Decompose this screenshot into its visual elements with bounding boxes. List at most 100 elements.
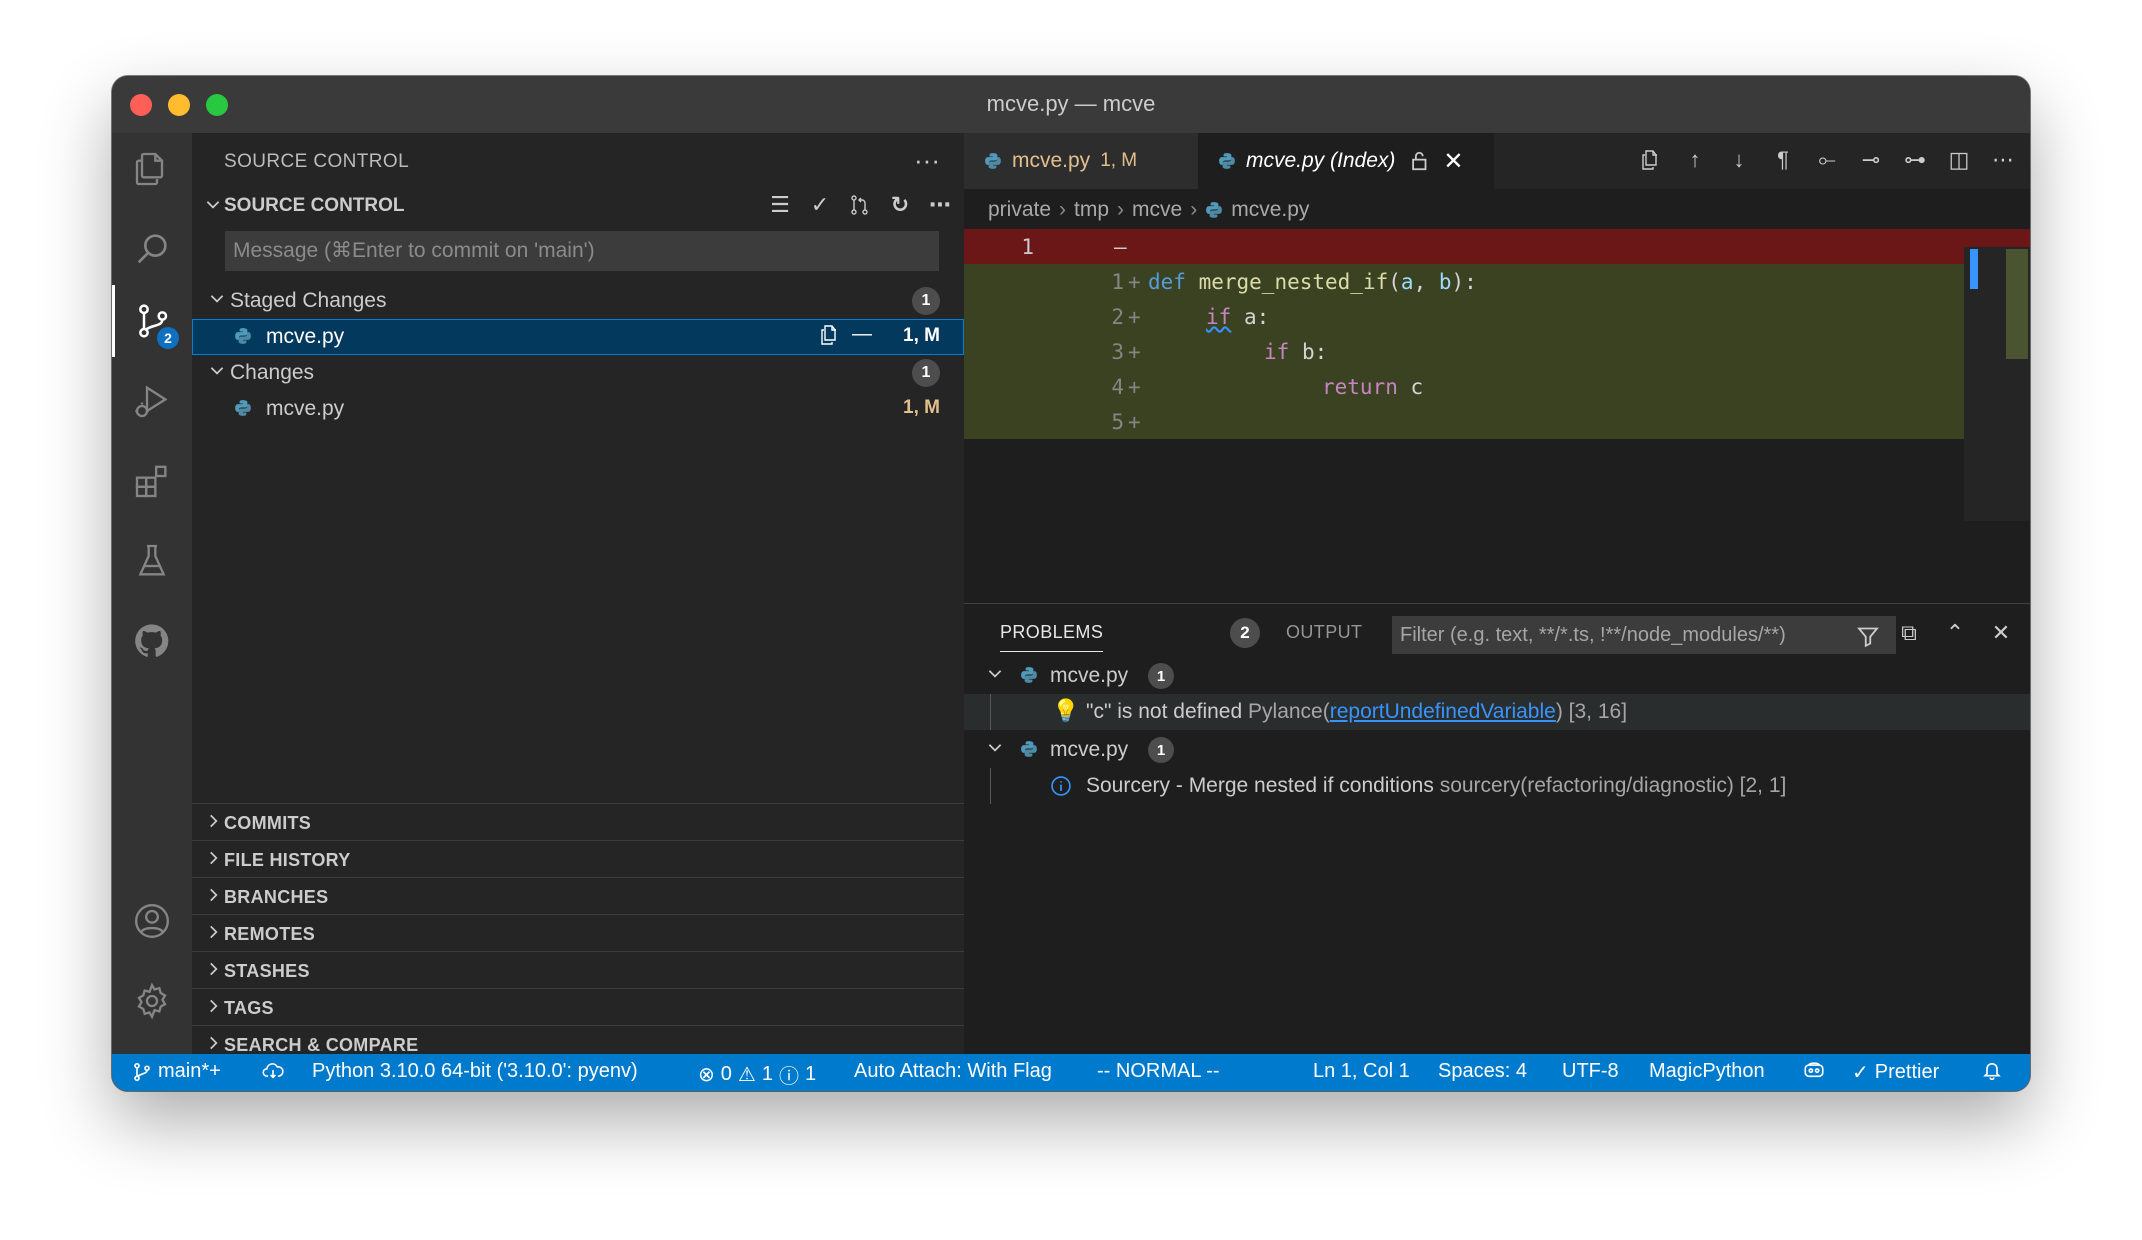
new-line-number: 5	[1111, 410, 1124, 434]
commit-message-input[interactable]	[225, 231, 939, 271]
open-file-icon[interactable]	[1636, 145, 1666, 175]
problem-item[interactable]: Sourcery - Merge nested if conditions so…	[964, 768, 2030, 804]
git-commit-prev-icon[interactable]: ⟜	[1812, 145, 1842, 175]
prettier-item[interactable]: ✓ Prettier	[1852, 1060, 1939, 1085]
show-whitespace-icon[interactable]: ¶	[1768, 145, 1798, 175]
close-tab-icon[interactable]: ✕	[1443, 147, 1463, 176]
changes-count-badge: 1	[912, 359, 940, 387]
breadcrumb-item[interactable]: private	[988, 198, 1051, 222]
editor-tabs: mcve.py 1, M mcve.py (Index) ✕ ↑ ↓ ¶ ⟜ ⊸…	[964, 133, 2030, 189]
commits-section[interactable]: COMMITS	[192, 803, 964, 840]
changed-file-row[interactable]: mcve.py 1, M	[192, 391, 964, 427]
sync-status-item[interactable]	[262, 1060, 284, 1080]
rule-link[interactable]: reportUndefinedVariable	[1330, 700, 1556, 723]
file-history-section-label: FILE HISTORY	[224, 850, 351, 870]
github-icon[interactable]	[112, 605, 192, 677]
code-line: if b:	[1264, 340, 1328, 364]
added-mark: +	[1128, 410, 1141, 434]
testing-icon[interactable]	[112, 525, 192, 597]
open-file-icon[interactable]	[818, 323, 842, 353]
python-file-icon	[1219, 153, 1235, 169]
chevron-right-icon	[204, 960, 222, 983]
editor-area: mcve.py 1, M mcve.py (Index) ✕ ↑ ↓ ¶ ⟜ ⊸…	[964, 133, 2030, 1055]
cloud-sync-icon	[262, 1063, 284, 1079]
breadcrumb-item[interactable]: mcve	[1132, 198, 1182, 222]
chevron-down-icon	[204, 195, 222, 219]
git-commit-icon[interactable]: ⊸	[1856, 145, 1886, 175]
cursor-position-item[interactable]: Ln 1, Col 1	[1313, 1060, 1410, 1083]
copilot-icon[interactable]	[1802, 1060, 1826, 1080]
added-line: 5 +	[964, 404, 1964, 439]
explorer-icon[interactable]	[112, 133, 192, 205]
language-mode-item[interactable]: MagicPython	[1649, 1060, 1765, 1083]
staged-file-row[interactable]: mcve.py — 1, M	[192, 319, 964, 355]
tab-mcve-py[interactable]: mcve.py 1, M	[964, 133, 1198, 189]
problems-filter-input[interactable]	[1392, 616, 1896, 654]
minimap[interactable]	[1964, 229, 2030, 521]
encoding-item[interactable]: UTF-8	[1562, 1060, 1619, 1083]
info-icon: ⓘ	[778, 1066, 799, 1088]
problem-file-count: 1	[1148, 663, 1174, 689]
chevron-right-icon: ›	[1059, 198, 1067, 221]
close-panel-icon[interactable]: ✕	[1986, 618, 2016, 648]
removed-mark: —	[1114, 235, 1127, 259]
chevron-right-icon	[204, 849, 222, 872]
notifications-bell-icon[interactable]	[1982, 1060, 2002, 1080]
git-commit-next-icon[interactable]: ⊶	[1900, 145, 1930, 175]
more-actions-icon[interactable]: ⋯	[926, 191, 954, 219]
run-debug-icon[interactable]	[112, 365, 192, 437]
collapse-all-icon[interactable]: ⧉	[1894, 618, 1924, 648]
added-mark: +	[1128, 270, 1141, 294]
auto-attach-item[interactable]: Auto Attach: With Flag	[854, 1060, 1052, 1083]
python-file-icon	[235, 328, 251, 344]
problem-file-group[interactable]: mcve.py 1	[964, 732, 2030, 768]
editor-toolbar: ↑ ↓ ¶ ⟜ ⊸ ⊶ ◫ ⋯	[1636, 145, 2018, 175]
unstage-icon[interactable]: —	[852, 323, 872, 353]
tab-problems[interactable]: PROBLEMS	[1000, 622, 1104, 652]
source-control-section-header[interactable]: SOURCE CONTROL ☰ ✓ ↻ ⋯	[192, 187, 964, 223]
commit-check-icon[interactable]: ✓	[806, 191, 834, 219]
lightbulb-icon[interactable]: 💡	[1052, 698, 1079, 724]
more-actions-icon[interactable]: ⋯	[1988, 145, 2018, 175]
filter-icon[interactable]	[1856, 624, 1880, 648]
python-interpreter-item[interactable]: Python 3.10.0 64-bit ('3.10.0': pyenv)	[312, 1060, 638, 1083]
added-line: 3 + if b:	[964, 334, 1964, 369]
create-pull-request-icon[interactable]	[846, 191, 874, 219]
source-control-icon[interactable]: 2	[112, 285, 192, 357]
remotes-section-label: REMOTES	[224, 924, 316, 944]
tab-output[interactable]: OUTPUT	[1286, 622, 1362, 643]
problem-file-name: mcve.py	[1050, 664, 1129, 687]
vscode-window: mcve.py — mcve 2 SOURCE CONTROL ··· SOUR…	[112, 76, 2030, 1091]
tags-section[interactable]: TAGS	[192, 988, 964, 1025]
next-change-icon[interactable]: ↓	[1724, 145, 1754, 175]
maximize-panel-icon[interactable]: ⌃	[1940, 618, 1970, 648]
tab-mcve-py-index[interactable]: mcve.py (Index) ✕	[1198, 133, 1494, 189]
branch-status-item[interactable]: main*+	[132, 1060, 221, 1083]
sidebar-more-icon[interactable]: ···	[914, 145, 940, 176]
source-control-section-label: SOURCE CONTROL	[224, 195, 405, 216]
added-mark: +	[1128, 305, 1141, 329]
extensions-icon[interactable]	[112, 445, 192, 517]
refresh-icon[interactable]: ↻	[886, 191, 914, 219]
stashes-section[interactable]: STASHES	[192, 951, 964, 988]
problems-count-badge: 2	[1230, 618, 1260, 648]
indentation-item[interactable]: Spaces: 4	[1438, 1060, 1527, 1083]
search-icon[interactable]	[112, 213, 192, 285]
problem-file-group[interactable]: mcve.py 1	[964, 658, 2030, 694]
view-as-tree-icon[interactable]: ☰	[766, 191, 794, 219]
branches-section[interactable]: BRANCHES	[192, 877, 964, 914]
new-line-number: 1	[1111, 270, 1124, 294]
search-compare-section-label: SEARCH & COMPARE	[224, 1035, 419, 1055]
problem-item[interactable]: 💡 "c" is not defined Pylance(reportUndef…	[964, 694, 2030, 730]
file-history-section[interactable]: FILE HISTORY	[192, 840, 964, 877]
problems-status-item[interactable]: ⊗ 0 ⚠ 1 ⓘ 1	[698, 1060, 816, 1089]
staged-changes-group[interactable]: Staged Changes 1	[192, 283, 964, 319]
settings-gear-icon[interactable]	[112, 965, 192, 1037]
remotes-section[interactable]: REMOTES	[192, 914, 964, 951]
breadcrumb-item[interactable]: tmp	[1074, 198, 1109, 222]
breadcrumb-item[interactable]: mcve.py	[1231, 198, 1309, 222]
previous-change-icon[interactable]: ↑	[1680, 145, 1710, 175]
split-editor-icon[interactable]: ◫	[1944, 145, 1974, 175]
account-icon[interactable]	[112, 885, 192, 957]
changes-group[interactable]: Changes 1	[192, 355, 964, 391]
